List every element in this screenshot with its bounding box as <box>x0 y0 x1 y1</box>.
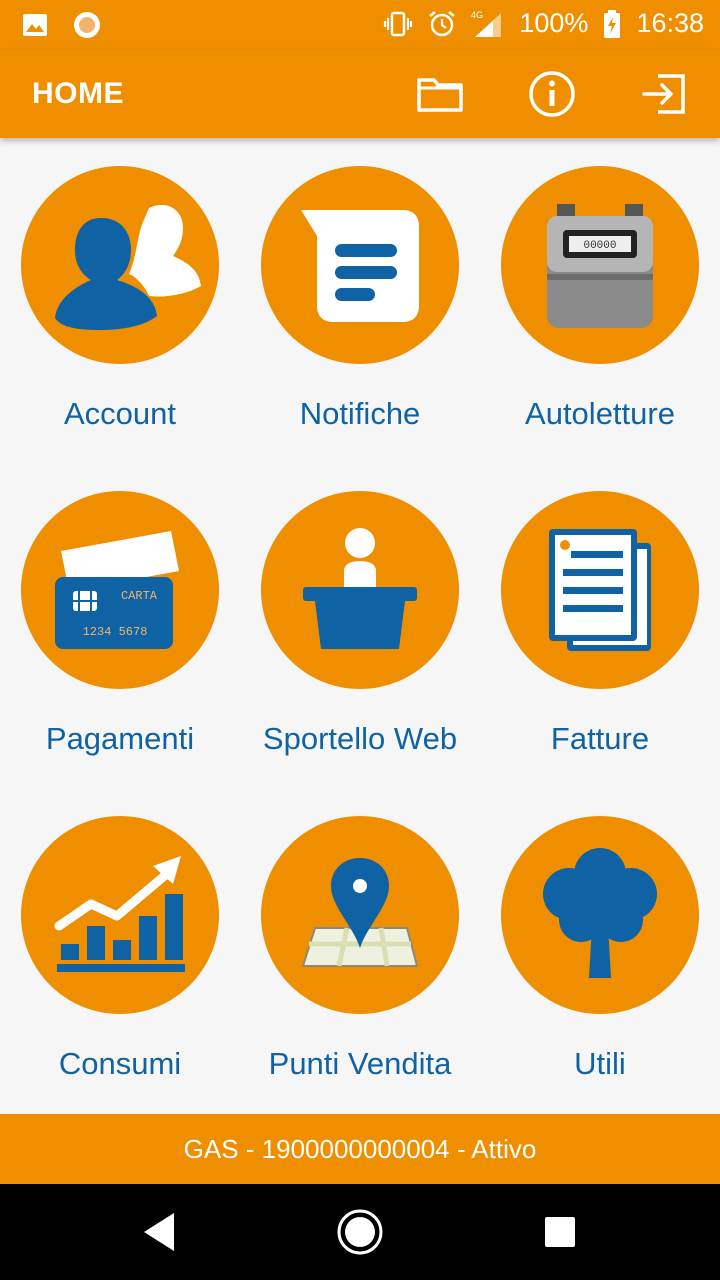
gallery-icon <box>23 14 47 36</box>
home-menu-grid: Account Notifiche 00000 Autoletture CART… <box>0 138 720 1114</box>
system-nav-bar <box>0 1184 720 1280</box>
map-pin-icon <box>261 816 459 1014</box>
menu-item-label: Pagamenti <box>45 721 195 756</box>
network-type: 4G <box>471 10 483 20</box>
notification-icon <box>261 166 459 364</box>
menu-item-label: Notifiche <box>299 396 421 431</box>
info-icon[interactable] <box>526 68 578 120</box>
menu-item-utili[interactable]: Utili <box>480 788 720 1113</box>
status-bar: 4G 100% 16:38 <box>0 0 720 50</box>
vibrate-icon <box>384 11 413 36</box>
menu-item-punti-vendita[interactable]: Punti Vendita <box>240 788 480 1113</box>
chart-icon <box>21 816 219 1014</box>
meter-display: 00000 <box>583 240 616 252</box>
back-icon[interactable] <box>136 1207 186 1257</box>
menu-item-consumi[interactable]: Consumi <box>0 788 240 1113</box>
battery-charging-icon <box>604 9 621 38</box>
menu-item-notifiche[interactable]: Notifiche <box>240 138 480 463</box>
app-bar: HOME <box>0 50 720 138</box>
logout-icon[interactable] <box>638 68 690 120</box>
invoice-icon <box>501 491 699 689</box>
credit-card-icon: CARTA 1234 5678 <box>21 491 219 689</box>
alarm-icon <box>429 10 456 36</box>
account-icon <box>21 166 219 364</box>
clock: 16:38 <box>636 8 704 38</box>
gas-meter-icon: 00000 <box>501 166 699 364</box>
home-icon[interactable] <box>335 1207 385 1257</box>
menu-item-autoletture[interactable]: 00000 Autoletture <box>480 138 720 463</box>
help-desk-icon <box>261 491 459 689</box>
menu-item-label: Punti Vendita <box>268 1046 452 1081</box>
recents-icon[interactable] <box>535 1207 585 1257</box>
menu-item-account[interactable]: Account <box>0 138 240 463</box>
contract-status-bar[interactable]: GAS - 1900000000004 - Attivo <box>0 1114 720 1184</box>
menu-item-label: Utili <box>574 1046 626 1081</box>
card-brand: CARTA <box>121 589 158 603</box>
tree-icon <box>501 816 699 1014</box>
page-title: HOME <box>32 77 124 110</box>
signal-icon: 4G <box>471 10 502 37</box>
menu-item-label: Autoletture <box>525 396 675 431</box>
menu-item-label: Fatture <box>550 721 650 756</box>
card-number: 1234 5678 <box>83 625 148 639</box>
record-icon <box>74 12 100 38</box>
folder-icon[interactable] <box>414 68 466 120</box>
menu-item-fatture[interactable]: Fatture <box>480 463 720 788</box>
menu-item-label: Sportello Web <box>262 721 458 756</box>
menu-item-sportello-web[interactable]: Sportello Web <box>240 463 480 788</box>
menu-item-label: Account <box>63 396 176 431</box>
menu-item-pagamenti[interactable]: CARTA 1234 5678 Pagamenti <box>0 463 240 788</box>
menu-item-label: Consumi <box>58 1046 182 1081</box>
contract-status-text: GAS - 1900000000004 - Attivo <box>183 1133 537 1164</box>
battery-percent: 100% <box>519 8 589 38</box>
